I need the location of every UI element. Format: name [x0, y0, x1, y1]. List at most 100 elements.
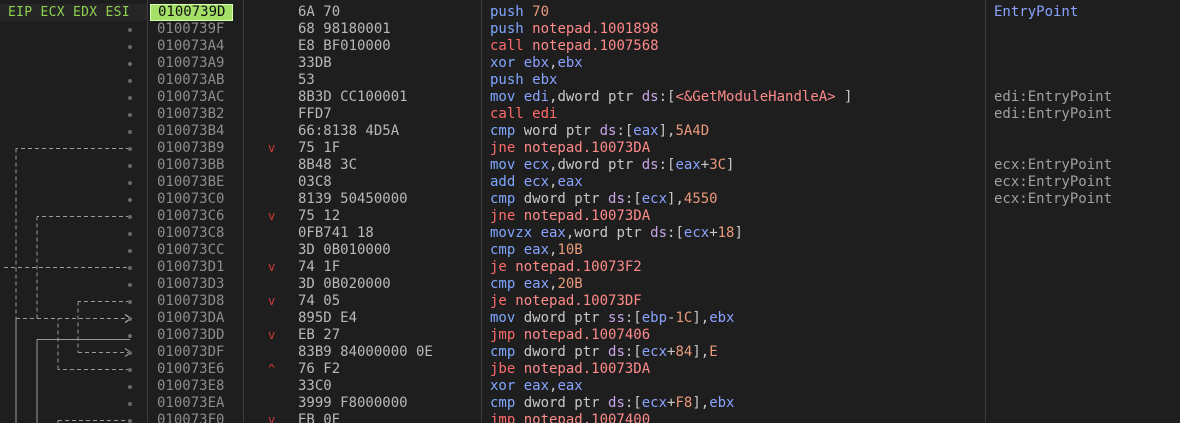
instruction[interactable]: cmp word ptr ds:[eax],5A4D	[490, 123, 709, 140]
instruction[interactable]: call edi	[490, 106, 557, 123]
instruction[interactable]: xor eax,eax	[490, 378, 583, 395]
instruction-row[interactable]: 010073A4 E8 BF010000 call notepad.1007568	[0, 38, 1180, 55]
instruction[interactable]: mov edi,dword ptr ds:[<&GetModuleHandleA…	[490, 89, 852, 106]
address[interactable]: 010073DA	[157, 310, 224, 327]
address[interactable]: 0100739F	[157, 21, 224, 38]
instruction-row[interactable]: 010073BE 03C8 add ecx,eax ecx:EntryPoint	[0, 174, 1180, 191]
address[interactable]: 010073D1	[157, 259, 224, 276]
breakpoint-dot[interactable]	[128, 181, 132, 185]
instruction-row[interactable]: 010073DF 83B9 84000000 0E cmp dword ptr ds…	[0, 344, 1180, 361]
instruction-row[interactable]: 010073F0 v EB 0E jmp notepad.1007400	[0, 412, 1180, 423]
instruction[interactable]: cmp eax,10B	[490, 242, 583, 259]
instruction-row[interactable]: 010073C8 0FB741 18 movzx eax,word ptr ds:[…	[0, 225, 1180, 242]
breakpoint-dot[interactable]	[128, 215, 132, 219]
address[interactable]: 010073B9	[157, 140, 224, 157]
instruction-row[interactable]: 010073B2 FFD7 call edi edi:EntryPoint	[0, 106, 1180, 123]
breakpoint-dot[interactable]	[128, 79, 132, 83]
disassembly-view[interactable]: EIP ECX EDX ESI 0100739D 6A 70 push 70 Entry…	[0, 0, 1180, 423]
instruction[interactable]: jne notepad.10073DA	[490, 208, 650, 225]
address[interactable]: 010073DF	[157, 344, 224, 361]
address[interactable]: 010073A9	[157, 55, 224, 72]
instruction[interactable]: je notepad.10073DF	[490, 293, 642, 310]
breakpoint-dot[interactable]	[128, 249, 132, 253]
instruction-row[interactable]: 010073AC 8B3D CC100001 mov edi,dword ptr d…	[0, 89, 1180, 106]
breakpoint-dot[interactable]	[128, 385, 132, 389]
instruction-row[interactable]: 010073DD v EB 27 jmp notepad.1007406	[0, 327, 1180, 344]
instruction-row[interactable]: 010073DA 895D E4 mov dword ptr ss:[ebp-1C]…	[0, 310, 1180, 327]
instruction-row[interactable]: 010073B9 v 75 1F jne notepad.10073DA	[0, 140, 1180, 157]
instruction[interactable]: je notepad.10073F2	[490, 259, 642, 276]
instruction-row[interactable]: 010073B4 66:8138 4D5A cmp word ptr ds:[eax…	[0, 123, 1180, 140]
instruction-row[interactable]: 010073AB 53 push ebx	[0, 72, 1180, 89]
instruction[interactable]: mov dword ptr ss:[ebp-1C],ebx	[490, 310, 734, 327]
instruction-row[interactable]: 010073C0 8139 50450000 cmp dword ptr ds:[e…	[0, 191, 1180, 208]
breakpoint-dot[interactable]	[128, 266, 132, 270]
breakpoint-dot[interactable]	[128, 368, 132, 372]
breakpoint-dot[interactable]	[128, 300, 132, 304]
address[interactable]: 010073C6	[157, 208, 224, 225]
address[interactable]: 010073D3	[157, 276, 224, 293]
address[interactable]: 010073E8	[157, 378, 224, 395]
instruction[interactable]: cmp dword ptr ds:[ecx],4550	[490, 191, 718, 208]
breakpoint-dot[interactable]	[128, 317, 132, 321]
address[interactable]: 010073F0	[157, 412, 224, 423]
instruction-row[interactable]: 010073A9 33DB xor ebx,ebx	[0, 55, 1180, 72]
address[interactable]: 010073AC	[157, 89, 224, 106]
breakpoint-dot[interactable]	[128, 28, 132, 32]
instruction[interactable]: cmp dword ptr ds:[ecx+84],E	[490, 344, 718, 361]
instruction[interactable]: jmp notepad.1007406	[490, 327, 650, 344]
breakpoint-dot[interactable]	[128, 62, 132, 66]
current-address[interactable]: 0100739D	[150, 4, 234, 21]
instruction[interactable]: jmp notepad.1007400	[490, 412, 650, 423]
breakpoint-dot[interactable]	[128, 402, 132, 406]
address[interactable]: 010073AB	[157, 72, 224, 89]
instruction[interactable]: jbe notepad.10073DA	[490, 361, 650, 378]
address[interactable]: 010073E6	[157, 361, 224, 378]
breakpoint-dot[interactable]	[128, 283, 132, 287]
breakpoint-dot[interactable]	[128, 164, 132, 168]
instruction-row[interactable]: 010073E6 ^ 76 F2 jbe notepad.10073DA	[0, 361, 1180, 378]
instruction-row[interactable]: 010073D8 v 74 05 je notepad.10073DF	[0, 293, 1180, 310]
address[interactable]: 010073EA	[157, 395, 224, 412]
instruction-row[interactable]: 010073D3 3D 0B020000 cmp eax,20B	[0, 276, 1180, 293]
address[interactable]: 010073C0	[157, 191, 224, 208]
breakpoint-dot[interactable]	[128, 113, 132, 117]
instruction[interactable]: call notepad.1007568	[490, 38, 659, 55]
instruction-row[interactable]: 010073EA 3999 F8000000 cmp dword ptr ds:[e…	[0, 395, 1180, 412]
breakpoint-dot[interactable]	[128, 96, 132, 100]
address[interactable]: 010073D8	[157, 293, 224, 310]
address[interactable]: 010073BE	[157, 174, 224, 191]
breakpoint-dot[interactable]	[128, 198, 132, 202]
address[interactable]: 010073A4	[157, 38, 224, 55]
instruction[interactable]: push notepad.1001898	[490, 21, 659, 38]
instruction[interactable]: xor ebx,ebx	[490, 55, 583, 72]
breakpoint-dot[interactable]	[128, 334, 132, 338]
breakpoint-dot[interactable]	[128, 232, 132, 236]
breakpoint-dot[interactable]	[128, 45, 132, 49]
instruction-row[interactable]: 010073C6 v 75 12 jne notepad.10073DA	[0, 208, 1180, 225]
breakpoint-dot[interactable]	[128, 130, 132, 134]
address[interactable]: 010073B4	[157, 123, 224, 140]
instruction[interactable]: add ecx,eax	[490, 174, 583, 191]
instruction[interactable]: cmp eax,20B	[490, 276, 583, 293]
instruction[interactable]: push ebx	[490, 72, 557, 89]
instruction-row[interactable]: 010073D1 v 74 1F je notepad.10073F2	[0, 259, 1180, 276]
instruction[interactable]: push 70	[490, 4, 549, 21]
address[interactable]: 010073BB	[157, 157, 224, 174]
instruction[interactable]: movzx eax,word ptr ds:[ecx+18]	[490, 225, 743, 242]
instruction-row[interactable]: EIP ECX EDX ESI 0100739D 6A 70 push 70 Entry…	[0, 4, 1180, 21]
instruction[interactable]: jne notepad.10073DA	[490, 140, 650, 157]
breakpoint-dot[interactable]	[128, 419, 132, 423]
instruction-row[interactable]: 010073BB 8B48 3C mov ecx,dword ptr ds:[eax…	[0, 157, 1180, 174]
address[interactable]: 010073CC	[157, 242, 224, 259]
breakpoint-dot[interactable]	[128, 351, 132, 355]
instruction-row[interactable]: 010073E8 33C0 xor eax,eax	[0, 378, 1180, 395]
instruction[interactable]: mov ecx,dword ptr ds:[eax+3C]	[490, 157, 734, 174]
address[interactable]: 010073B2	[157, 106, 224, 123]
breakpoint-dot[interactable]	[128, 147, 132, 151]
instruction-row[interactable]: 0100739F 68 98180001 push notepad.1001898	[0, 21, 1180, 38]
instruction[interactable]: cmp dword ptr ds:[ecx+F8],ebx	[490, 395, 734, 412]
address[interactable]: 010073DD	[157, 327, 224, 344]
address[interactable]: 010073C8	[157, 225, 224, 242]
instruction-row[interactable]: 010073CC 3D 0B010000 cmp eax,10B	[0, 242, 1180, 259]
